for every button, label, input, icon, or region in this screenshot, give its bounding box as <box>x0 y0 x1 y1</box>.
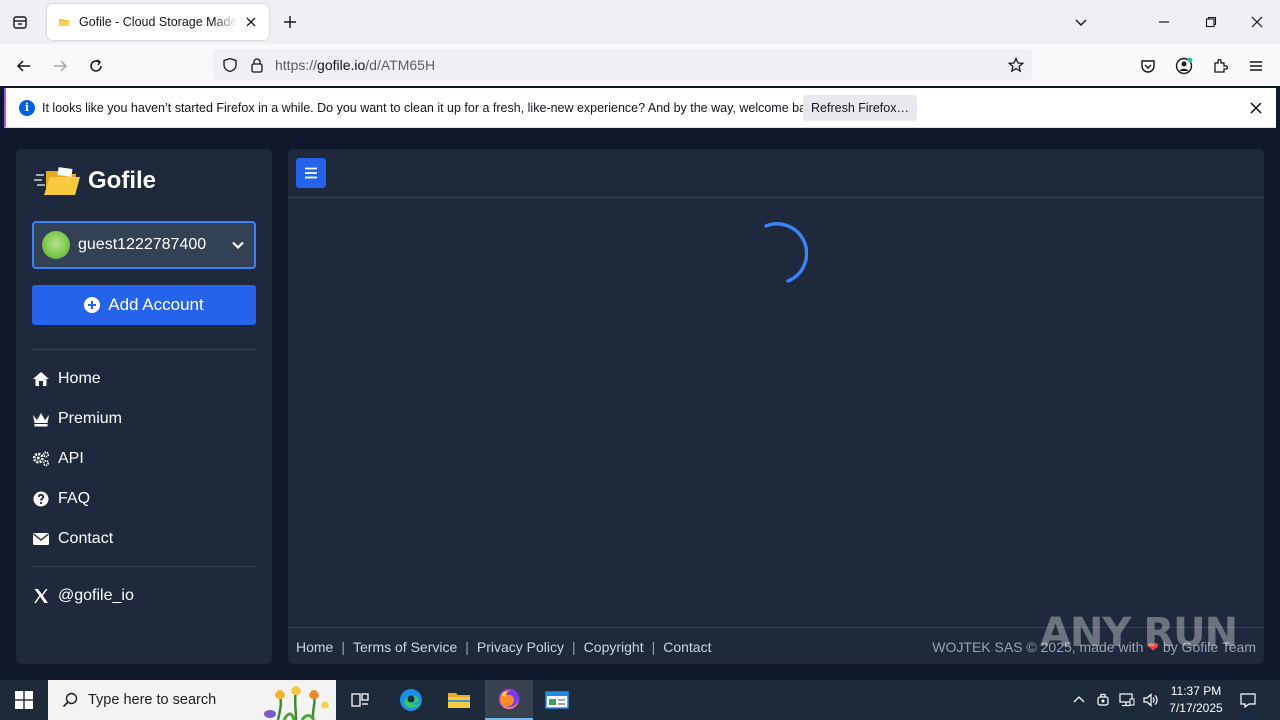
window-close-icon[interactable] <box>1243 8 1271 36</box>
sidebar-item-label: FAQ <box>58 490 91 507</box>
sidebar-item-home[interactable]: Home <box>32 367 101 391</box>
reload-icon[interactable] <box>82 52 110 80</box>
footer-link-contact[interactable]: Contact <box>663 639 711 655</box>
bookmark-star-icon[interactable] <box>1006 55 1026 75</box>
lock-icon[interactable] <box>247 55 267 75</box>
sidebar-divider <box>32 349 256 350</box>
windows-logo-icon <box>15 691 33 709</box>
footer-link-privacy[interactable]: Privacy Policy <box>477 639 564 655</box>
sidebar-divider <box>32 566 256 567</box>
search-placeholder: Type here to search <box>88 692 217 708</box>
sidebar-toggle-button[interactable] <box>296 158 326 188</box>
url-text: https://gofile.io/d/ATM65H <box>275 57 436 73</box>
taskbar-clock[interactable]: 11:37 PM 7/17/2025 <box>1160 683 1232 717</box>
footer-links: Home | Terms of Service | Privacy Policy… <box>296 639 712 655</box>
sidebar-item-contact[interactable]: Contact <box>32 527 113 551</box>
tab-title: Gofile - Cloud Storage Made Simple <box>79 15 237 29</box>
tab-overflow-chevron-icon[interactable] <box>1067 8 1095 36</box>
header-divider <box>288 197 1264 198</box>
start-button[interactable] <box>0 680 48 720</box>
account-selector[interactable]: guest1222787400 <box>32 221 256 269</box>
edge-browser-icon[interactable] <box>387 680 435 720</box>
home-icon <box>32 370 50 388</box>
firefox-notification-bar: i It looks like you haven’t started Fire… <box>4 88 1276 128</box>
taskbar-search-box[interactable]: Type here to search <box>48 680 336 720</box>
forward-arrow-icon[interactable] <box>46 52 74 80</box>
sidebar: Gofile guest1222787400 Add Account Home … <box>16 149 272 664</box>
tray-device-icon[interactable] <box>1095 692 1111 708</box>
page-content: Gofile guest1222787400 Add Account Home … <box>0 132 1280 680</box>
clock-time: 11:37 PM <box>1170 684 1222 698</box>
refresh-firefox-button[interactable]: Refresh Firefox… <box>803 95 917 121</box>
clock-date: 7/17/2025 <box>1169 701 1223 715</box>
tulips-decoration-icon <box>264 686 329 720</box>
new-tab-plus-icon[interactable] <box>278 10 302 34</box>
add-account-button[interactable]: Add Account <box>32 285 256 325</box>
tray-chevron-up-icon[interactable] <box>1071 692 1087 708</box>
add-account-label: Add Account <box>108 295 204 314</box>
back-arrow-icon[interactable] <box>10 52 38 80</box>
plus-circle-icon <box>84 297 101 313</box>
sidebar-item-label: Home <box>58 370 101 387</box>
tracking-shield-icon[interactable] <box>220 55 240 75</box>
question-icon <box>32 490 50 508</box>
firefox-taskbar-icon[interactable] <box>485 680 533 720</box>
anyrun-watermark: ANY RUN <box>1040 610 1238 656</box>
network-icon[interactable] <box>1119 692 1135 708</box>
search-icon <box>62 692 78 708</box>
hamburger-menu-icon <box>305 167 317 179</box>
footer-link-home[interactable]: Home <box>296 639 333 655</box>
tab-list-icon[interactable] <box>8 10 32 34</box>
sidebar-item-faq[interactable]: FAQ <box>32 487 90 511</box>
restore-icon[interactable] <box>1197 8 1225 36</box>
brand-name: Gofile <box>88 167 157 194</box>
sidebar-item-label: Contact <box>58 530 114 547</box>
account-name: guest1222787400 <box>78 236 207 253</box>
gofile-logo[interactable]: Gofile <box>34 165 156 197</box>
notification-close-icon[interactable] <box>1246 98 1266 118</box>
sidebar-item-x-social[interactable]: @gofile_io <box>32 584 134 608</box>
main-panel: Home | Terms of Service | Privacy Policy… <box>288 149 1264 664</box>
chevron-down-icon <box>230 237 246 253</box>
sidebar-item-premium[interactable]: Premium <box>32 407 122 431</box>
windows-taskbar: Type here to search 11:37 PM 7/17/2025 <box>0 680 1280 720</box>
app-menu-icon[interactable] <box>1242 52 1270 80</box>
gofile-favicon-icon <box>57 15 71 29</box>
cogs-icon <box>32 450 50 468</box>
info-icon: i <box>19 100 35 116</box>
task-view-icon[interactable] <box>336 680 384 720</box>
browser-tab-bar: Gofile - Cloud Storage Made Simple <box>0 0 1280 44</box>
app-window-taskbar-icon[interactable] <box>533 680 581 720</box>
sidebar-item-label: API <box>58 450 84 467</box>
gofile-folder-icon <box>34 167 80 195</box>
loading-spinner-icon <box>764 222 808 283</box>
pocket-icon[interactable] <box>1134 52 1162 80</box>
avatar <box>42 231 70 259</box>
notification-message: It looks like you haven’t started Firefo… <box>42 101 823 115</box>
sidebar-item-label: @gofile_io <box>58 587 134 604</box>
volume-icon[interactable] <box>1143 692 1159 708</box>
sidebar-item-api[interactable]: API <box>32 447 84 471</box>
notification-center-icon[interactable] <box>1240 692 1256 708</box>
sidebar-item-label: Premium <box>58 410 123 427</box>
browser-tab-gofile[interactable]: Gofile - Cloud Storage Made Simple <box>47 4 269 40</box>
footer-link-copyright[interactable]: Copyright <box>584 639 644 655</box>
tab-close-icon[interactable] <box>243 14 259 30</box>
x-twitter-icon <box>32 587 50 605</box>
footer-link-terms[interactable]: Terms of Service <box>353 639 457 655</box>
url-bar[interactable]: https://gofile.io/d/ATM65H <box>213 49 1032 80</box>
crown-icon <box>32 410 50 428</box>
minimize-icon[interactable] <box>1150 8 1178 36</box>
extensions-icon[interactable] <box>1206 52 1234 80</box>
account-icon[interactable] <box>1170 52 1198 80</box>
file-explorer-icon[interactable] <box>435 680 483 720</box>
envelope-icon <box>32 530 50 548</box>
